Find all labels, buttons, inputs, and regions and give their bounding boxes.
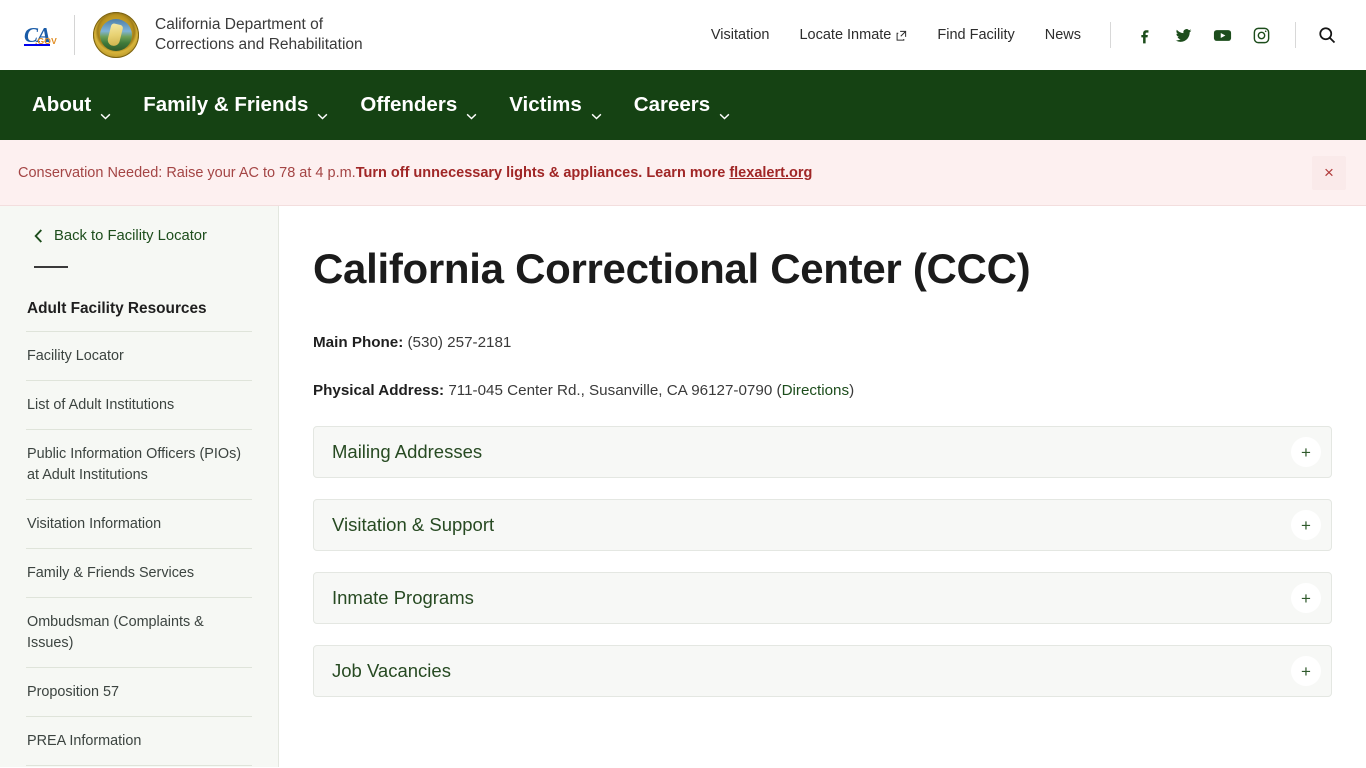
search-icon[interactable] bbox=[1310, 20, 1344, 50]
list-item: Proposition 57 bbox=[26, 667, 252, 716]
sidebar-item-visitation-information[interactable]: Visitation Information bbox=[26, 500, 252, 548]
list-item: Ombudsman (Complaints & Issues) bbox=[26, 597, 252, 667]
nav-item-offenders[interactable]: Offenders bbox=[344, 93, 493, 119]
accordion-mailing-addresses[interactable]: Mailing Addresses + bbox=[313, 426, 1332, 478]
nav-item-victims[interactable]: Victims bbox=[493, 93, 618, 119]
list-item: Family & Friends Services bbox=[26, 548, 252, 597]
california-state-seal-icon bbox=[93, 12, 139, 58]
alert-bold-text: Turn off unnecessary lights & appliances… bbox=[355, 164, 730, 181]
utility-link-label: Locate Inmate bbox=[799, 27, 892, 43]
page-body: Back to Facility Locator Adult Facility … bbox=[0, 206, 1366, 767]
accordion-label: Mailing Addresses bbox=[332, 441, 483, 462]
chevron-left-icon bbox=[34, 229, 43, 243]
alert-link[interactable]: flexalert.org bbox=[729, 165, 812, 181]
physical-address-label: Physical Address: bbox=[313, 382, 445, 399]
brand-block: CA .GOV California Department of Correct… bbox=[8, 12, 395, 58]
utility-link-label: News bbox=[1044, 27, 1081, 43]
directions-link[interactable]: Directions bbox=[782, 382, 850, 399]
list-item: List of Adult Institutions bbox=[26, 380, 252, 429]
utility-link-label: Visitation bbox=[710, 27, 770, 43]
utility-nav: Visitation Locate Inmate Find Facility N… bbox=[696, 20, 1344, 50]
cagov-logo[interactable]: CA .GOV bbox=[8, 17, 66, 53]
accordion-list: Mailing Addresses + Visitation & Support… bbox=[313, 426, 1332, 697]
sidebar-item-list-of-adult-institutions[interactable]: List of Adult Institutions bbox=[26, 381, 252, 429]
accordion-inmate-programs[interactable]: Inmate Programs + bbox=[313, 572, 1332, 624]
main-phone-value: (530) 257-2181 bbox=[403, 334, 512, 351]
cagov-gov-text: .GOV bbox=[34, 36, 57, 46]
back-link-label: Back to Facility Locator bbox=[54, 228, 207, 244]
sidebar-item-family-friends-services[interactable]: Family & Friends Services bbox=[26, 549, 252, 597]
sidebar-rule bbox=[34, 266, 68, 268]
sidebar-item-ombudsman[interactable]: Ombudsman (Complaints & Issues) bbox=[26, 598, 252, 667]
nav-item-label: Offenders bbox=[360, 93, 458, 116]
brand-divider bbox=[74, 15, 75, 55]
nav-item-about[interactable]: About bbox=[16, 93, 127, 119]
close-icon[interactable]: × bbox=[1312, 155, 1346, 190]
physical-address-value: 711-045 Center Rd., Susanville, CA 96127… bbox=[444, 382, 782, 399]
accordion-job-vacancies[interactable]: Job Vacancies + bbox=[313, 645, 1332, 697]
utility-separator bbox=[1110, 22, 1111, 48]
accordion-label: Inmate Programs bbox=[332, 587, 474, 608]
chevron-down-icon bbox=[466, 102, 477, 119]
address-close-paren: ) bbox=[849, 382, 855, 399]
sidebar: Back to Facility Locator Adult Facility … bbox=[0, 206, 279, 767]
sidebar-item-public-information-officers[interactable]: Public Information Officers (PIOs) at Ad… bbox=[26, 430, 252, 499]
sidebar-menu: Facility Locator List of Adult Instituti… bbox=[26, 331, 252, 767]
back-to-facility-locator-link[interactable]: Back to Facility Locator bbox=[26, 228, 252, 246]
list-item: Visitation Information bbox=[26, 499, 252, 548]
main-phone-label: Main Phone: bbox=[313, 334, 404, 351]
chevron-down-icon bbox=[317, 102, 328, 119]
chevron-down-icon bbox=[591, 102, 602, 119]
utility-link-visitation[interactable]: Visitation bbox=[696, 27, 785, 43]
main-content: California Correctional Center (CCC) Mai… bbox=[279, 206, 1366, 767]
accordion-visitation-support[interactable]: Visitation & Support + bbox=[313, 499, 1332, 551]
nav-item-family-friends[interactable]: Family & Friends bbox=[127, 93, 344, 119]
agency-title: California Department of Corrections and… bbox=[155, 16, 363, 53]
list-item: Public Information Officers (PIOs) at Ad… bbox=[26, 429, 252, 499]
plus-icon[interactable]: + bbox=[1291, 437, 1321, 467]
nav-item-label: Family & Friends bbox=[143, 93, 309, 116]
sidebar-item-proposition-57[interactable]: Proposition 57 bbox=[26, 668, 252, 716]
external-link-icon bbox=[896, 30, 907, 41]
plus-icon[interactable]: + bbox=[1291, 656, 1321, 686]
nav-item-label: About bbox=[32, 93, 92, 116]
utility-link-find-facility[interactable]: Find Facility bbox=[922, 27, 1029, 43]
main-phone-line: Main Phone: (530) 257-2181 bbox=[313, 332, 1332, 354]
youtube-icon[interactable] bbox=[1203, 20, 1242, 50]
twitter-icon[interactable] bbox=[1164, 20, 1203, 50]
utility-header: CA .GOV California Department of Correct… bbox=[0, 0, 1366, 70]
utility-link-locate-inmate[interactable]: Locate Inmate bbox=[784, 27, 922, 43]
alert-message: Conservation Needed: Raise your AC to 78… bbox=[18, 163, 812, 183]
chevron-down-icon bbox=[719, 102, 730, 119]
chevron-down-icon bbox=[100, 102, 111, 119]
utility-link-label: Find Facility bbox=[937, 27, 1015, 43]
search-separator bbox=[1295, 22, 1296, 48]
sidebar-item-conservation-fire-camps[interactable]: Conservation (Fire) Camps bbox=[26, 766, 252, 767]
sidebar-item-prea-information[interactable]: PREA Information bbox=[26, 717, 252, 765]
utility-links: Visitation Locate Inmate Find Facility N… bbox=[696, 27, 1096, 43]
plus-icon[interactable]: + bbox=[1291, 510, 1321, 540]
physical-address-line: Physical Address: 711-045 Center Rd., Su… bbox=[313, 380, 1332, 402]
alert-lead-text: Conservation Needed: Raise your AC to 78… bbox=[18, 164, 356, 181]
accordion-label: Visitation & Support bbox=[332, 514, 495, 535]
utility-link-news[interactable]: News bbox=[1030, 27, 1096, 43]
page-title: California Correctional Center (CCC) bbox=[313, 245, 1031, 292]
accordion-label: Job Vacancies bbox=[332, 660, 451, 681]
list-item: PREA Information bbox=[26, 716, 252, 765]
list-item: Conservation (Fire) Camps bbox=[26, 765, 252, 767]
sidebar-item-facility-locator[interactable]: Facility Locator bbox=[26, 332, 252, 380]
nav-item-label: Careers bbox=[633, 93, 711, 116]
sidebar-heading: Adult Facility Resources bbox=[27, 300, 207, 317]
social-links bbox=[1125, 20, 1281, 50]
facebook-icon[interactable] bbox=[1125, 20, 1164, 50]
plus-icon[interactable]: + bbox=[1291, 583, 1321, 613]
primary-navigation: About Family & Friends Offenders Victims… bbox=[0, 70, 1366, 140]
nav-item-label: Victims bbox=[509, 93, 582, 116]
alert-banner: Conservation Needed: Raise your AC to 78… bbox=[0, 140, 1366, 206]
list-item: Facility Locator bbox=[26, 331, 252, 380]
nav-item-careers[interactable]: Careers bbox=[618, 93, 746, 119]
instagram-icon[interactable] bbox=[1242, 20, 1281, 50]
